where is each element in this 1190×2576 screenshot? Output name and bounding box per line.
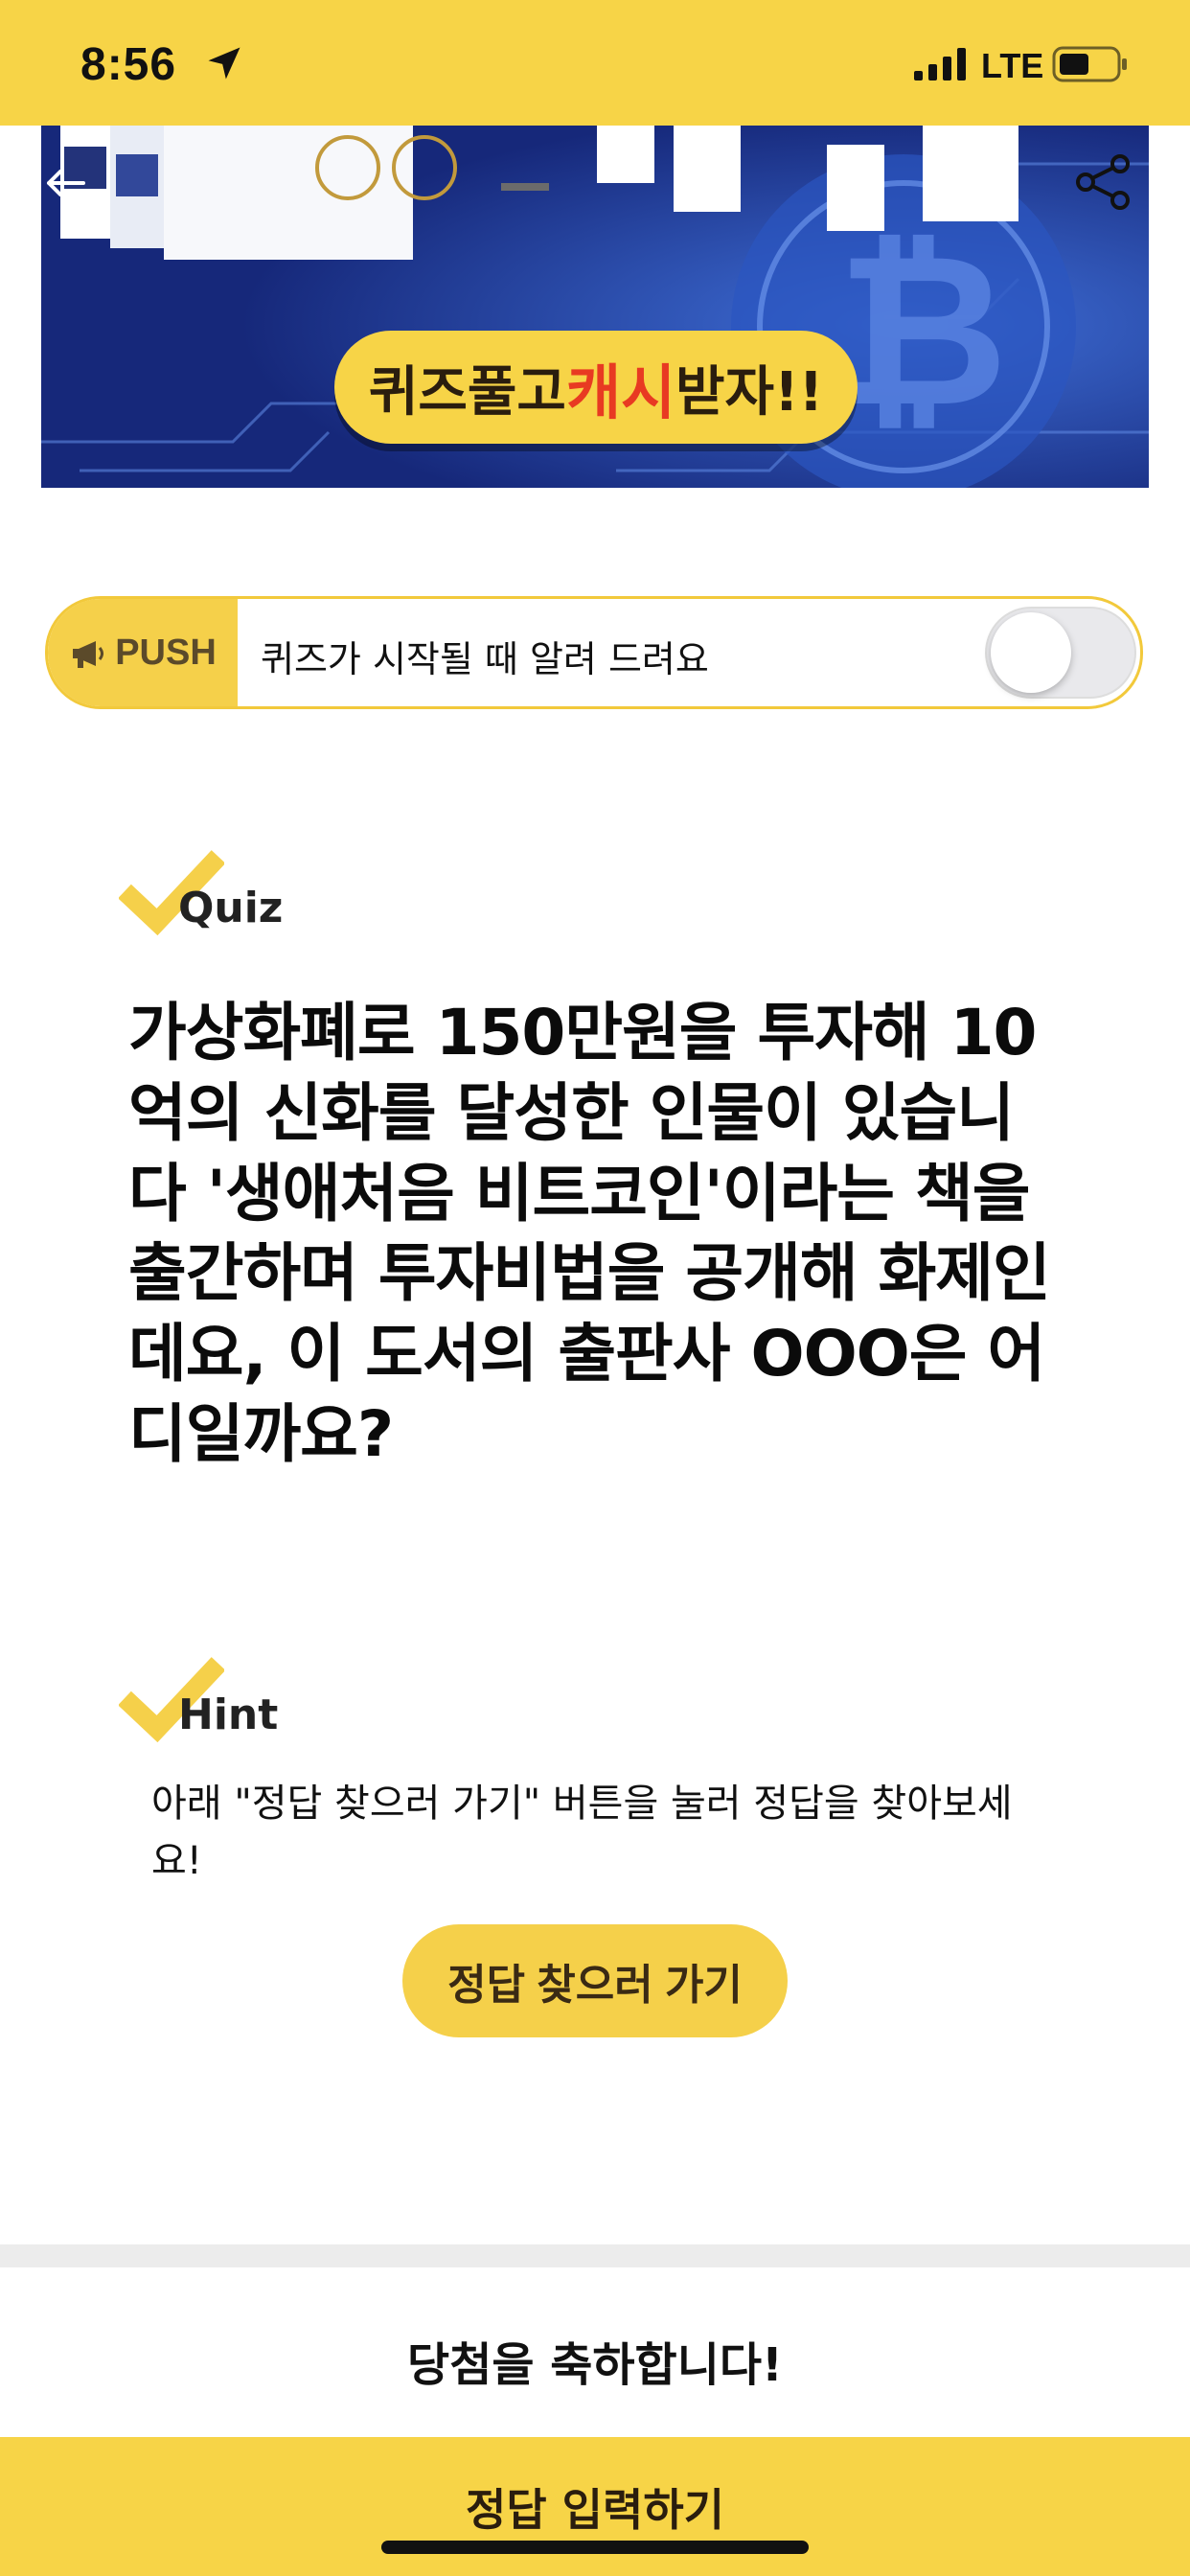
megaphone-icon (73, 641, 104, 668)
banner-slogan-pill: 퀴즈풀고 캐시 받자!! (334, 331, 858, 444)
banner-slogan-pre: 퀴즈풀고 (368, 360, 566, 424)
push-toggle[interactable] (985, 607, 1136, 699)
push-toggle-knob (991, 612, 1071, 693)
banner-slogan-post: 받자!! (675, 360, 824, 424)
home-indicator (381, 2541, 809, 2554)
share-icon[interactable] (1074, 152, 1133, 212)
push-message: 퀴즈가 시작될 때 알려 드려요 (261, 638, 709, 680)
congrats-message: 당첨을 축하합니다! (407, 2338, 783, 2392)
location-arrow-icon (208, 47, 240, 80)
promo-banner[interactable]: ₿ 퀴즈풀고 캐시 받자!! (41, 126, 1149, 488)
network-type: LTE (981, 46, 1044, 85)
status-bar: 8:56 LTE (0, 0, 1190, 126)
quiz-question: 가상화폐로 150만원을 투자해 10억의 신화를 달성한 인물이 있습니다 '… (128, 996, 1051, 1472)
back-arrow-icon[interactable] (41, 164, 89, 202)
find-answer-button[interactable]: 정답 찾으러 가기 (402, 1924, 788, 2037)
quiz-label: Quiz (178, 884, 284, 932)
status-time: 8:56 (80, 39, 177, 90)
push-tag: PUSH (48, 599, 238, 706)
enter-answer-label: 정답 입력하기 (466, 2484, 724, 2536)
section-divider (0, 2244, 1190, 2267)
push-tag-label: PUSH (115, 632, 217, 673)
banner-slogan-highlight: 캐시 (565, 357, 676, 427)
battery-icon (1052, 46, 1127, 82)
hint-label: Hint (178, 1690, 279, 1739)
svg-text:₿: ₿ (836, 208, 1008, 453)
hint-text: 아래 "정답 찾으러 가기" 버튼을 눌러 정답을 찾아보세요! (151, 1782, 1013, 1883)
enter-answer-button[interactable]: 정답 입력하기 (0, 2437, 1190, 2576)
cellular-signal-icon (914, 48, 966, 80)
push-notification-bar: PUSH 퀴즈가 시작될 때 알려 드려요 (45, 596, 1143, 709)
